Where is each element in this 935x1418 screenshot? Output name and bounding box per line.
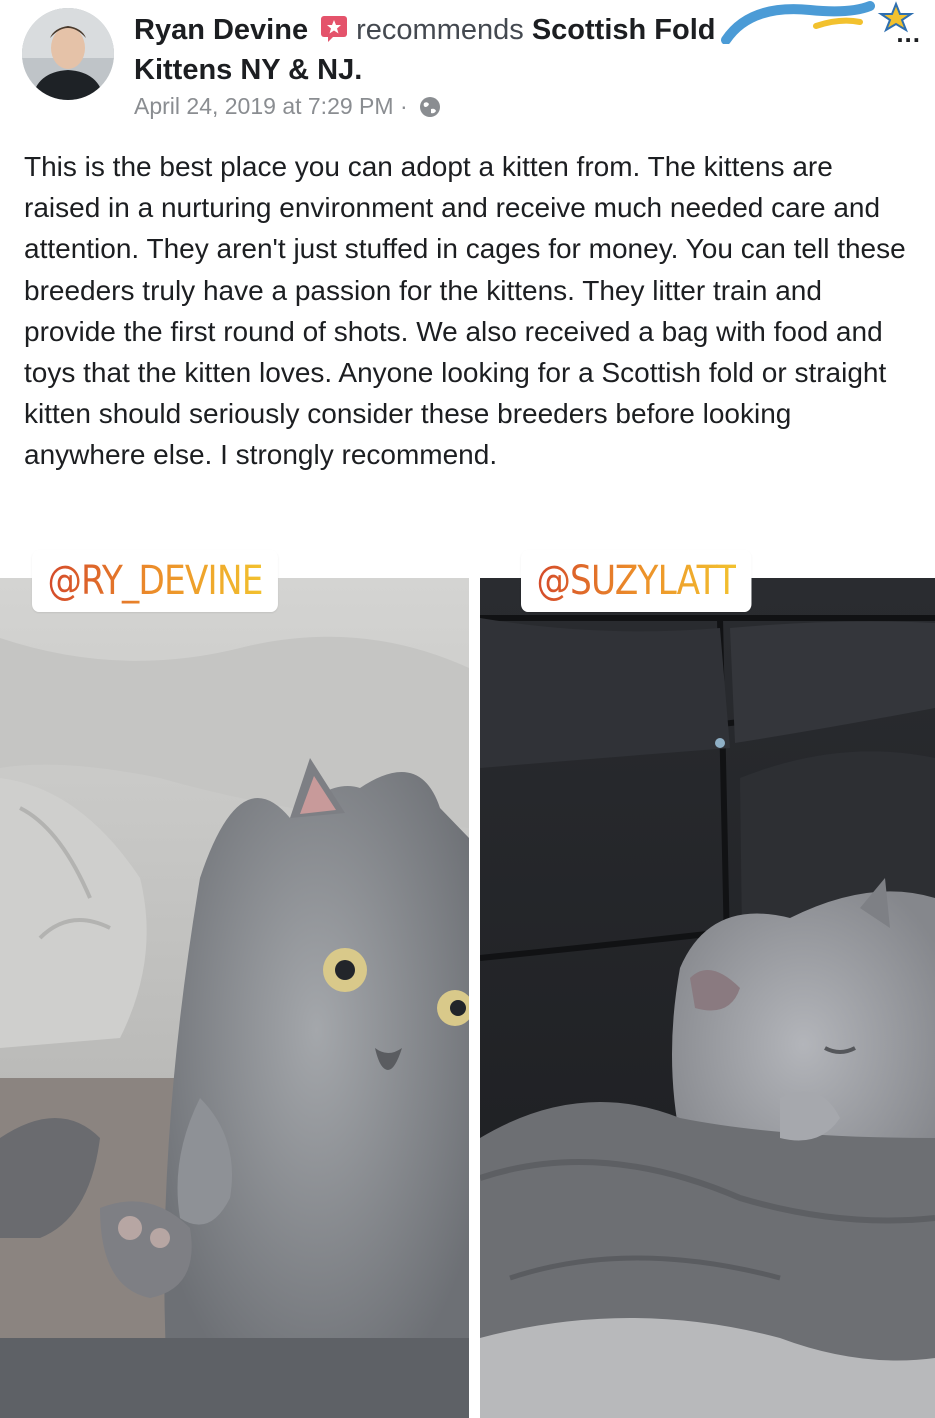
- review-text: This is the best place you can adopt a k…: [24, 151, 906, 471]
- page-name-link[interactable]: Scottish Fold: [532, 14, 716, 46]
- photo-collage: [0, 578, 935, 1418]
- sticker-decoration-icon: [721, 1, 915, 44]
- post-timestamp[interactable]: April 24, 2019 at 7:29 PM ·: [134, 90, 442, 122]
- page-name-link-continued[interactable]: Kittens NY & NJ.: [134, 50, 362, 90]
- recommends-label: recommends: [356, 14, 524, 46]
- photo-tag-left[interactable]: @RY_DEVINE: [32, 550, 279, 612]
- kitten-photo-right[interactable]: [480, 578, 935, 1418]
- author-avatar[interactable]: [22, 8, 114, 100]
- recommend-star-icon: [320, 15, 348, 43]
- timestamp-text: April 24, 2019 at 7:29 PM ·: [134, 93, 408, 119]
- globe-icon: [418, 95, 442, 119]
- more-options-icon[interactable]: ...: [896, 18, 921, 49]
- photo-tag-left-text: @RY_DEVINE: [47, 558, 263, 604]
- kitten-photo-left[interactable]: [0, 578, 469, 1418]
- photo-tag-right-text: @SUZYLATT: [536, 558, 737, 604]
- photo-tag-right[interactable]: @SUZYLATT: [521, 550, 752, 612]
- photo-divider: [469, 578, 480, 1418]
- post-header: Ryan Devine recommends Scottish Fold Kit…: [0, 0, 935, 130]
- author-name[interactable]: Ryan Devine: [134, 14, 308, 46]
